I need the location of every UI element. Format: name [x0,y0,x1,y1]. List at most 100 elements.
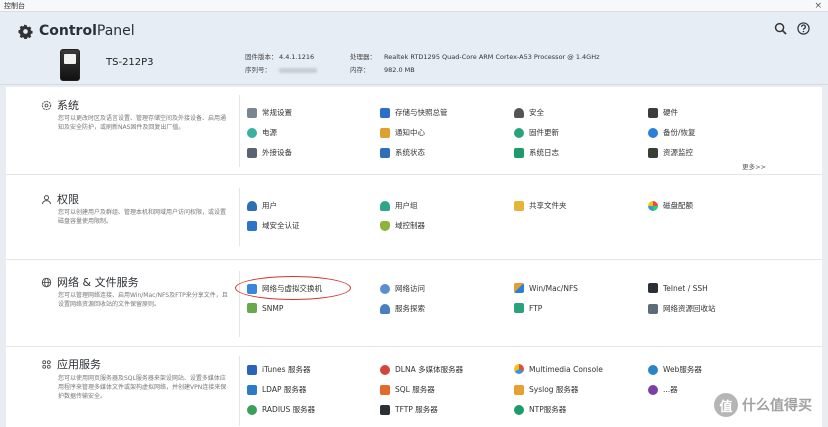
item-power[interactable]: 电源 [247,127,277,138]
apps-grid-icon [42,359,51,369]
item-resource-monitor[interactable]: 资源监控 [648,147,693,158]
item-domain-security[interactable]: 域安全认证 [247,220,300,231]
watermark: 值 什么值得买 [714,393,812,417]
app-logo: ControlPanel [18,23,135,39]
serial-blurred [279,67,317,73]
item-ldap-server[interactable]: LDAP 服务器 [247,384,306,395]
gear-icon [18,23,33,39]
item-tftp-server[interactable]: TFTP 服务器 [380,404,438,415]
item-itunes-server[interactable]: iTunes 服务器 [247,364,310,375]
firmware-update-icon [514,127,524,138]
item-syslog-server[interactable]: Syslog 服务器 [514,384,578,395]
folder-icon [514,200,524,211]
item-storage-snapshots[interactable]: 存储与快照总管 [380,107,448,118]
section-title: 系统 [57,99,79,112]
item-users[interactable]: 用户 [247,200,277,211]
external-device-icon [247,147,257,158]
lock-icon [514,107,524,118]
item-network-recycle-bin[interactable]: 网络资源回收站 [648,303,716,314]
backup-icon [648,127,658,138]
section-description: 您可以使用网页服务器及SQL服务器来架设网站、设置多媒体应用程序来管理多媒体文件… [58,375,227,400]
control-panel-content: 系统 您可以更改时区及语言设置、管理存储空间及外接设备、启用通知及安全防护，或刷… [6,87,822,427]
help-icon[interactable] [797,22,810,35]
hardware-icon [648,107,658,118]
web-server-icon [648,364,658,375]
recycle-bin-icon [648,303,658,314]
section-privilege: 权限 您可以创建用户及群组、管理本机和网域用户访问权限，或设置磁盘容量使用限制。… [6,176,822,260]
dlna-icon [380,364,390,375]
item-service-discovery[interactable]: 服务探索 [380,303,425,314]
ftp-icon [514,303,524,313]
item-shared-folders[interactable]: 共享文件夹 [514,200,567,211]
cpu-memory-info: 处理器： Realtek RTD1295 Quad-Core ARM Cortex… [350,53,600,74]
section-system: 系统 您可以更改时区及语言设置、管理存储空间及外接设备、启用通知及安全防护，或刷… [6,87,822,175]
network-access-icon [380,283,390,294]
item-general-settings[interactable]: 常规设置 [247,107,292,118]
file-service-icon [514,283,524,293]
item-external-device[interactable]: 外接设备 [247,147,292,158]
storage-icon [380,107,390,118]
section-title: 应用服务 [57,358,101,371]
section-network-file-services: 网络 & 文件服务 您可以管理网络连接、启用Win/Mac/NFS及FTP来分享… [6,261,822,347]
notification-icon [380,127,390,138]
monitor-icon [380,147,390,158]
close-icon[interactable]: × [814,0,822,12]
sql-icon [380,384,390,395]
item-ftp[interactable]: FTP [514,303,542,313]
watermark-badge: 值 [714,393,738,417]
quota-icon [648,200,658,211]
device-model: TS-212P3 [106,57,154,68]
gear-icon [41,100,52,110]
radius-icon [247,404,257,415]
search-icon[interactable] [774,22,787,35]
item-system-status[interactable]: 系统状态 [380,147,425,158]
ldap-icon [247,384,257,395]
item-telnet-ssh[interactable]: Telnet / SSH [648,283,708,293]
globe-icon [41,277,52,287]
item-network-access[interactable]: 网络访问 [380,283,425,294]
item-snmp[interactable]: SNMP [247,303,283,313]
more-link[interactable]: 更多>> [742,161,766,171]
item-multimedia-console[interactable]: Multimedia Console [514,364,603,374]
nas-device-image [60,49,80,81]
user-group-icon [380,200,390,211]
settings-icon [247,107,257,118]
resource-monitor-icon [648,147,658,158]
watermark-text: 什么值得买 [742,398,812,414]
item-sql-server[interactable]: SQL 服务器 [380,384,435,395]
item-radius-server[interactable]: RADIUS 服务器 [247,404,315,415]
section-description: 您可以管理网络连接、启用Win/Mac/NFS及FTP来分享文件，且设置网络资源… [58,292,228,308]
section-description: 您可以创建用户及群组、管理本机和网域用户访问权限，或设置磁盘容量使用限制。 [58,209,227,225]
multimedia-icon [514,364,524,374]
item-system-log[interactable]: 系统日志 [514,147,559,158]
item-user-groups[interactable]: 用户组 [380,200,418,211]
user-icon [247,200,257,211]
item-win-mac-nfs[interactable]: Win/Mac/NFS [514,283,578,293]
item-backup-restore[interactable]: 备份/恢复 [648,127,696,138]
header: ControlPanel TS-212P3 固件版本： 4.4.1.1216 序列… [0,13,828,85]
item-security[interactable]: 安全 [514,107,544,118]
item-ntp-server[interactable]: NTP服务器 [514,404,566,415]
item-notification-center[interactable]: 通知中心 [380,127,425,138]
domain-security-icon [247,220,257,231]
item-domain-controller[interactable]: 域控制器 [380,220,425,231]
item-partial-server[interactable]: ...器 [648,384,678,395]
firmware-serial-info: 固件版本： 4.4.1.1216 序列号： [245,51,317,77]
log-icon [514,147,524,158]
item-hardware[interactable]: 硬件 [648,107,678,118]
syslog-icon [514,384,524,395]
item-disk-quota[interactable]: 磁盘配额 [648,200,693,211]
power-icon [247,127,257,138]
user-icon [41,194,52,204]
item-firmware-update[interactable]: 固件更新 [514,127,559,138]
ntp-icon [514,404,524,415]
item-dlna-server[interactable]: DLNA 多媒体服务器 [380,364,463,375]
server-icon [648,384,658,395]
domain-controller-icon [380,220,390,231]
snmp-icon [247,303,257,313]
service-discovery-icon [380,303,390,314]
itunes-icon [247,364,257,375]
tftp-icon [380,404,390,415]
item-web-server[interactable]: Web服务器 [648,364,702,375]
window-titlebar: 控制台 × [0,0,828,12]
